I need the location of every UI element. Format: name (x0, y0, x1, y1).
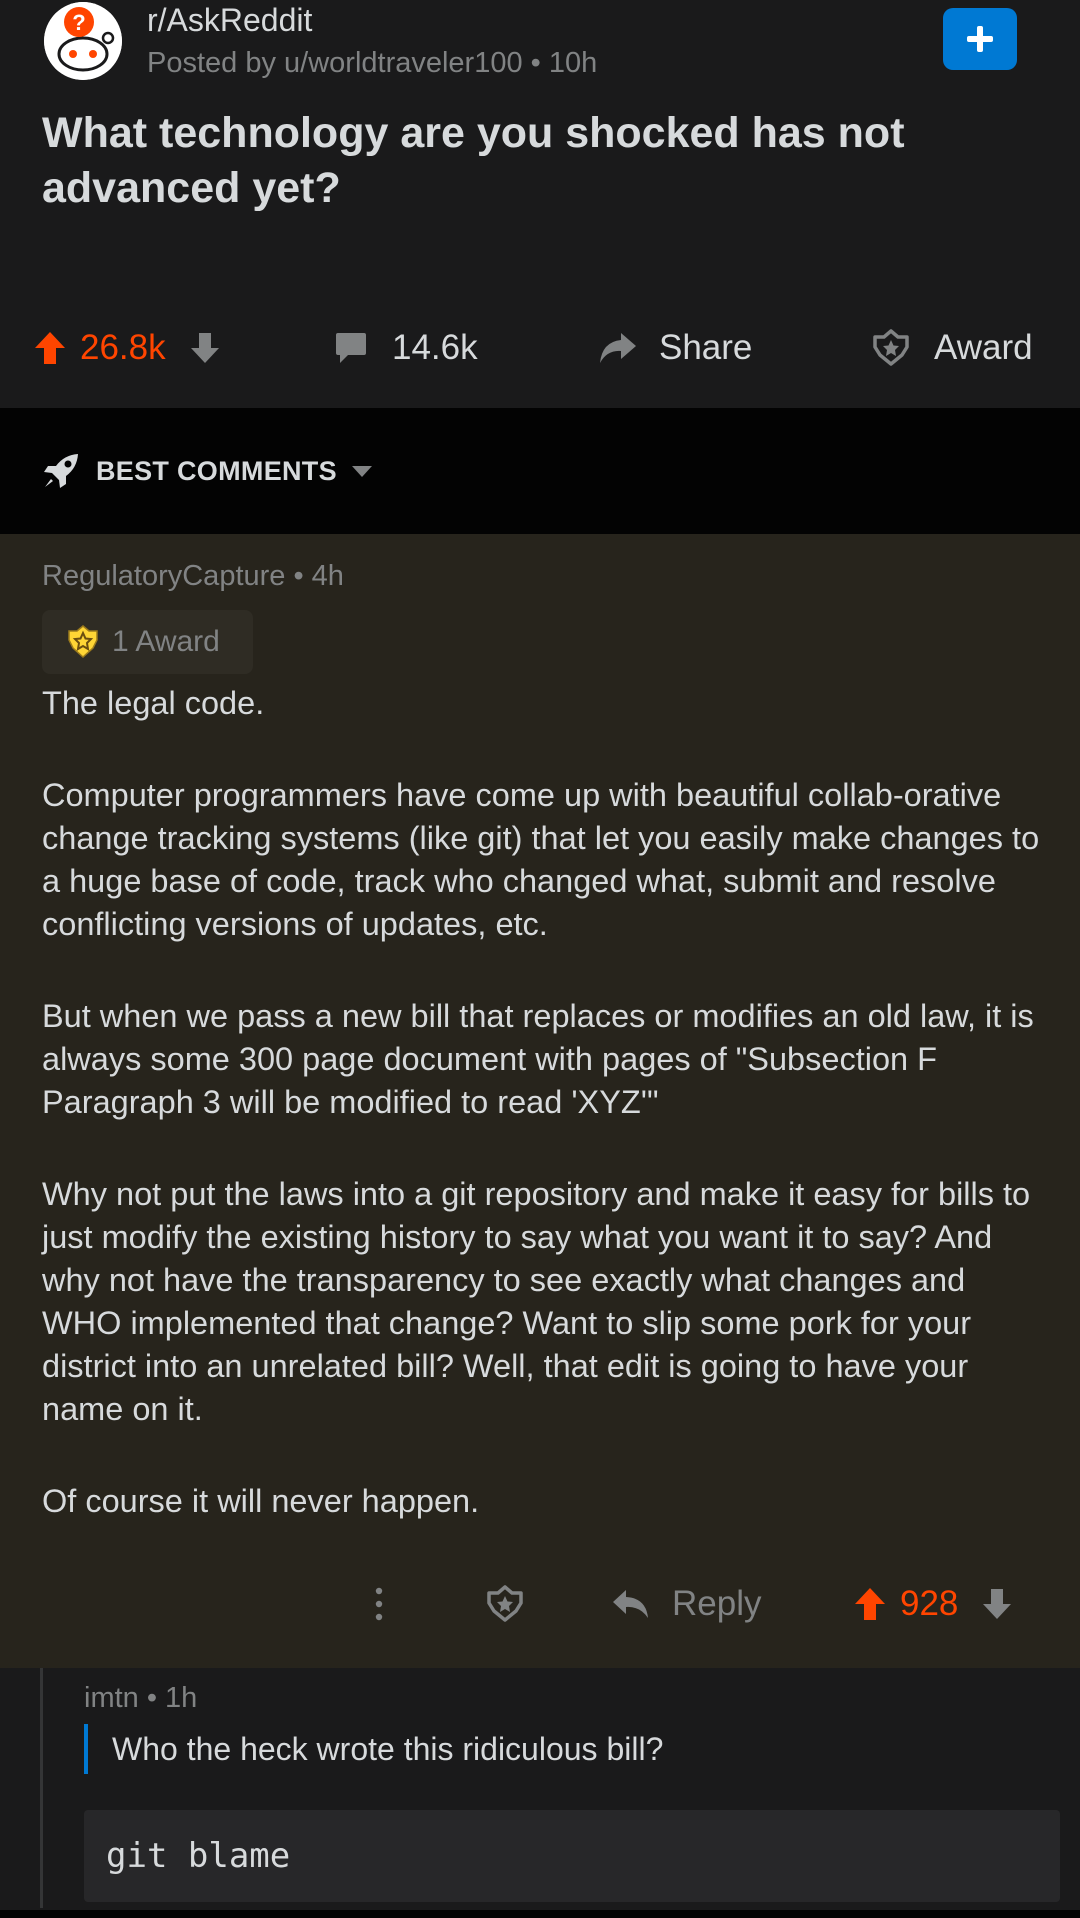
award-count-label: 1 Award (112, 625, 220, 658)
share-arrow-icon (600, 333, 636, 363)
chevron-down-icon (351, 466, 372, 477)
reply-arrow-icon (613, 1590, 648, 1618)
post-author-meta[interactable]: Posted by u/worldtraveler100 • 10h (147, 47, 597, 80)
code-text: git blame (106, 1836, 291, 1876)
downvote-arrow-icon[interactable] (982, 1588, 1012, 1620)
comment-award-badge[interactable]: 1 Award (42, 610, 253, 674)
svg-text:?: ? (72, 10, 85, 35)
quote-text: Who the heck wrote this ridiculous bill? (112, 1730, 664, 1767)
comments-button[interactable]: 14.6k (334, 320, 478, 376)
thread-line[interactable] (40, 1668, 43, 1908)
reply-quote: Who the heck wrote this ridiculous bill? (84, 1720, 663, 1778)
downvote-arrow-icon[interactable] (190, 332, 220, 364)
sort-dropdown[interactable]: BEST COMMENTS (42, 450, 373, 492)
comment-action-bar: Reply 928 (0, 1576, 1080, 1632)
post-action-bar: 26.8k 14.6k Share Award (0, 320, 1080, 376)
post-score: 26.8k (80, 328, 166, 367)
plus-icon (967, 26, 993, 52)
share-button[interactable]: Share (597, 320, 752, 376)
award-icon (873, 329, 909, 366)
reply-author-meta[interactable]: imtn • 1h (84, 1682, 197, 1715)
comment-vote-group: 928 (854, 1576, 1012, 1632)
quote-bar (84, 1724, 88, 1774)
comment-award-button[interactable] (486, 1576, 524, 1632)
comment-body: The legal code. Computer programmers hav… (42, 682, 1052, 1523)
upvote-arrow-icon[interactable] (34, 331, 66, 365)
more-options-button[interactable] (372, 1576, 386, 1632)
award-label: Award (934, 328, 1033, 367)
subreddit-name[interactable]: r/AskReddit (147, 2, 312, 39)
reply-button[interactable]: Reply (612, 1576, 761, 1632)
reply-label: Reply (672, 1584, 762, 1623)
share-label: Share (659, 328, 753, 367)
code-block: git blame (84, 1810, 1060, 1902)
more-vertical-icon (375, 1587, 383, 1621)
comment-paragraph: Of course it will never happen. (42, 1483, 480, 1519)
reply-comment: imtn • 1h Who the heck wrote this ridicu… (0, 1668, 1080, 1918)
comment: RegulatoryCapture • 4h 1 Award The legal… (0, 534, 1080, 1668)
comment-paragraph: But when we pass a new bill that replace… (42, 998, 1034, 1120)
comment-paragraph: The legal code. (42, 685, 265, 721)
bottom-divider (0, 1910, 1080, 1918)
vote-group: 26.8k (34, 320, 220, 376)
award-button[interactable]: Award (872, 320, 1033, 376)
comment-paragraph: Why not put the laws into a git reposito… (42, 1176, 1031, 1427)
rocket-icon (44, 454, 78, 488)
upvote-arrow-icon[interactable] (854, 1587, 886, 1621)
post-title: What technology are you shocked has not … (42, 109, 905, 212)
sort-label: BEST COMMENTS (96, 455, 337, 486)
comment-bubble-icon (336, 333, 366, 363)
gold-award-icon (68, 625, 98, 659)
comment-score: 928 (900, 1584, 959, 1623)
comment-sort-bar: BEST COMMENTS (0, 408, 1080, 534)
post-header: ? r/AskReddit Posted by u/worldtraveler1… (0, 0, 1080, 408)
comment-author-meta[interactable]: RegulatoryCapture • 4h (42, 560, 344, 593)
award-icon (487, 1585, 523, 1622)
subreddit-avatar-icon[interactable]: ? (44, 2, 122, 80)
comments-count: 14.6k (392, 328, 478, 367)
join-button[interactable] (943, 8, 1017, 70)
comment-paragraph: Computer programmers have come up with b… (42, 777, 1040, 942)
